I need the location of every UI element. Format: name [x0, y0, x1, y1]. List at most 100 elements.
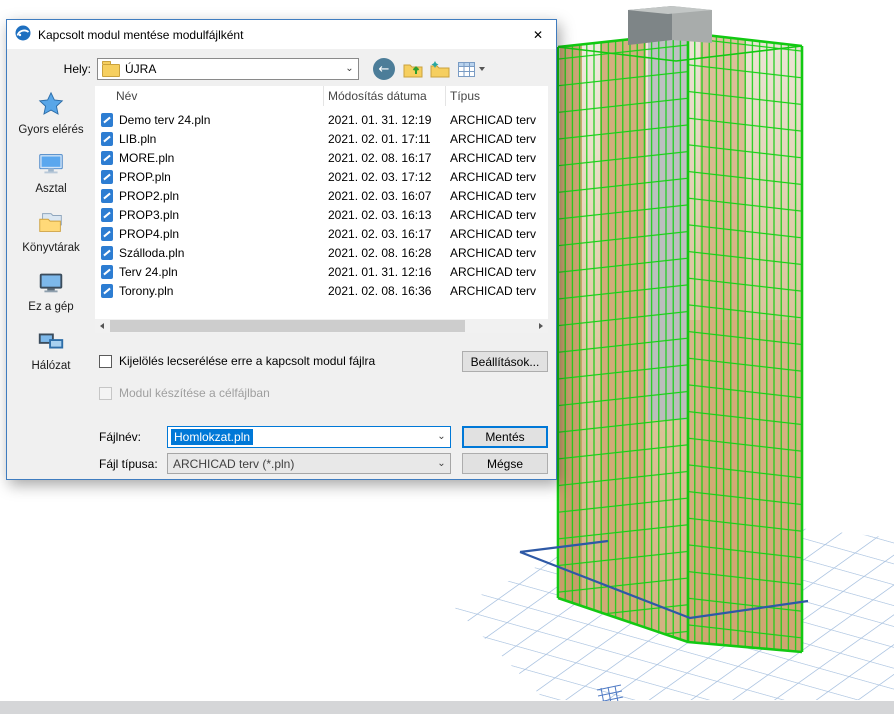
file-row[interactable]: PROP2.pln 2021. 02. 03. 16:07 ARCHICAD t…: [95, 186, 548, 205]
computer-icon: [36, 267, 66, 297]
viewport-bottom-bar: [0, 701, 894, 714]
scroll-right-arrow[interactable]: [534, 319, 548, 333]
archicad-app-icon: [15, 25, 31, 44]
location-combobox[interactable]: ÚJRA ⌄: [97, 58, 359, 80]
views-menu-button[interactable]: [454, 58, 488, 80]
sidebar-item-label: Hálózat: [31, 360, 71, 372]
dialog-title: Kapcsolt modul mentése modulfájlként: [38, 27, 244, 42]
chevron-down-icon[interactable]: ⌄: [433, 458, 450, 469]
sidebar-item-label: Könyvtárak: [22, 242, 80, 254]
archicad-file-icon: [101, 283, 113, 298]
file-row[interactable]: Torony.pln 2021. 02. 08. 16:36 ARCHICAD …: [95, 281, 548, 300]
close-button[interactable]: ✕: [520, 20, 556, 49]
file-row[interactable]: Demo terv 24.pln 2021. 01. 31. 12:19 ARC…: [95, 110, 548, 129]
screen: Kapcsolt modul mentése modulfájlként ✕ H…: [0, 0, 894, 714]
file-row[interactable]: PROP.pln 2021. 02. 03. 17:12 ARCHICAD te…: [95, 167, 548, 186]
sidebar-item-desktop[interactable]: Asztal: [9, 149, 93, 195]
file-name: Torony.pln: [119, 283, 174, 298]
filename-input[interactable]: Homlokzat.pln ⌄: [167, 426, 451, 448]
file-name: Szálloda.pln: [119, 245, 185, 260]
file-row[interactable]: PROP3.pln 2021. 02. 03. 16:13 ARCHICAD t…: [95, 205, 548, 224]
up-folder-icon: [403, 64, 423, 77]
sidebar-item-network[interactable]: Hálózat: [9, 326, 93, 372]
file-name: MORE.pln: [119, 150, 175, 165]
file-name: LIB.pln: [119, 131, 157, 146]
new-folder-button[interactable]: [428, 58, 452, 80]
file-type: ARCHICAD terv: [450, 188, 537, 203]
sidebar-item-label: Ez a gép: [28, 301, 74, 313]
archicad-file-icon: [101, 226, 113, 241]
settings-button[interactable]: Beállítások...: [462, 351, 548, 372]
checkbox-unchecked-icon[interactable]: [99, 354, 112, 368]
file-date: 2021. 02. 03. 16:17: [328, 226, 432, 241]
column-header-type[interactable]: Típus: [446, 86, 548, 106]
file-row[interactable]: PROP4.pln 2021. 02. 03. 16:17 ARCHICAD t…: [95, 224, 548, 243]
location-label: Hely:: [63, 62, 91, 76]
places-sidebar: Gyors elérés Asztal Könyvtárak Ez a gép …: [9, 90, 93, 385]
filename-label: Fájlnév:: [99, 430, 142, 444]
desktop-icon: [36, 149, 66, 179]
dialog-titlebar[interactable]: Kapcsolt modul mentése modulfájlként ✕: [7, 20, 556, 49]
scrollbar-thumb[interactable]: [110, 320, 465, 332]
views-caret-icon: [478, 67, 485, 71]
file-name: PROP.pln: [119, 169, 171, 184]
file-name: Demo terv 24.pln: [119, 112, 211, 127]
file-name: PROP3.pln: [119, 207, 180, 222]
replace-selection-checkbox[interactable]: Kijelölés lecserélése erre a kapcsolt mo…: [99, 354, 375, 368]
sidebar-item-libraries[interactable]: Könyvtárak: [9, 208, 93, 254]
archicad-file-icon: [101, 245, 113, 260]
save-module-dialog: Kapcsolt modul mentése modulfájlként ✕ H…: [6, 19, 557, 480]
chevron-down-icon[interactable]: ⌄: [433, 432, 450, 442]
file-row[interactable]: LIB.pln 2021. 02. 01. 17:11 ARCHICAD ter…: [95, 129, 548, 148]
views-icon: [457, 61, 475, 77]
file-date: 2021. 02. 03. 16:13: [328, 207, 432, 222]
file-type: ARCHICAD terv: [450, 169, 537, 184]
sidebar-item-quick-access[interactable]: Gyors elérés: [9, 90, 93, 136]
checkbox-label: Kijelölés lecserélése erre a kapcsolt mo…: [119, 354, 376, 368]
file-row[interactable]: Terv 24.pln 2021. 01. 31. 12:16 ARCHICAD…: [95, 262, 548, 281]
filetype-dropdown[interactable]: ARCHICAD terv (*.pln) ⌄: [167, 453, 451, 474]
file-type: ARCHICAD terv: [450, 283, 537, 298]
file-row[interactable]: MORE.pln 2021. 02. 08. 16:17 ARCHICAD te…: [95, 148, 548, 167]
save-button[interactable]: Mentés: [462, 426, 548, 448]
archicad-file-icon: [101, 188, 113, 203]
scroll-left-arrow[interactable]: [95, 319, 109, 333]
file-row[interactable]: Szálloda.pln 2021. 02. 08. 16:28 ARCHICA…: [95, 243, 548, 262]
file-date: 2021. 01. 31. 12:16: [328, 264, 432, 279]
file-type: ARCHICAD terv: [450, 264, 537, 279]
file-date: 2021. 02. 03. 16:07: [328, 188, 432, 203]
new-folder-icon: [430, 60, 450, 77]
network-icon: [36, 326, 66, 356]
right-triangle-icon: [539, 323, 543, 329]
file-rows: Demo terv 24.pln 2021. 01. 31. 12:19 ARC…: [95, 106, 548, 300]
column-header-date[interactable]: Módosítás dátuma: [324, 86, 446, 106]
archicad-file-icon: [101, 264, 113, 279]
sidebar-item-this-pc[interactable]: Ez a gép: [9, 267, 93, 313]
sort-ascending-icon: ^: [199, 86, 207, 93]
file-type: ARCHICAD terv: [450, 245, 537, 260]
file-date: 2021. 02. 08. 16:17: [328, 150, 432, 165]
file-name: PROP4.pln: [119, 226, 180, 241]
archicad-file-icon: [101, 169, 113, 184]
module-in-target-checkbox: Modul készítése a célfájlban: [99, 386, 270, 400]
chevron-down-icon[interactable]: ⌄: [341, 64, 358, 74]
file-date: 2021. 02. 03. 17:12: [328, 169, 432, 184]
file-type: ARCHICAD terv: [450, 131, 537, 146]
building-model: [556, 31, 804, 654]
file-list: ^ Név Módosítás dátuma Típus Demo terv 2…: [95, 86, 548, 319]
checkbox-label: Modul készítése a célfájlban: [119, 386, 270, 400]
location-value: ÚJRA: [125, 62, 157, 76]
sidebar-item-label: Gyors elérés: [18, 124, 84, 136]
cancel-button[interactable]: Mégse: [462, 453, 548, 474]
filename-value[interactable]: Homlokzat.pln: [171, 429, 254, 445]
up-folder-button[interactable]: [401, 58, 425, 80]
file-type: ARCHICAD terv: [450, 150, 537, 165]
left-triangle-icon: [100, 323, 104, 329]
archicad-file-icon: [101, 131, 113, 146]
back-button[interactable]: ←: [373, 58, 395, 80]
column-header-name[interactable]: Név: [95, 86, 324, 106]
list-header: ^ Név Módosítás dátuma Típus: [95, 86, 548, 106]
horizontal-scrollbar[interactable]: [95, 319, 548, 333]
back-icon: ←: [378, 61, 390, 77]
rooftop-box: [628, 6, 712, 45]
